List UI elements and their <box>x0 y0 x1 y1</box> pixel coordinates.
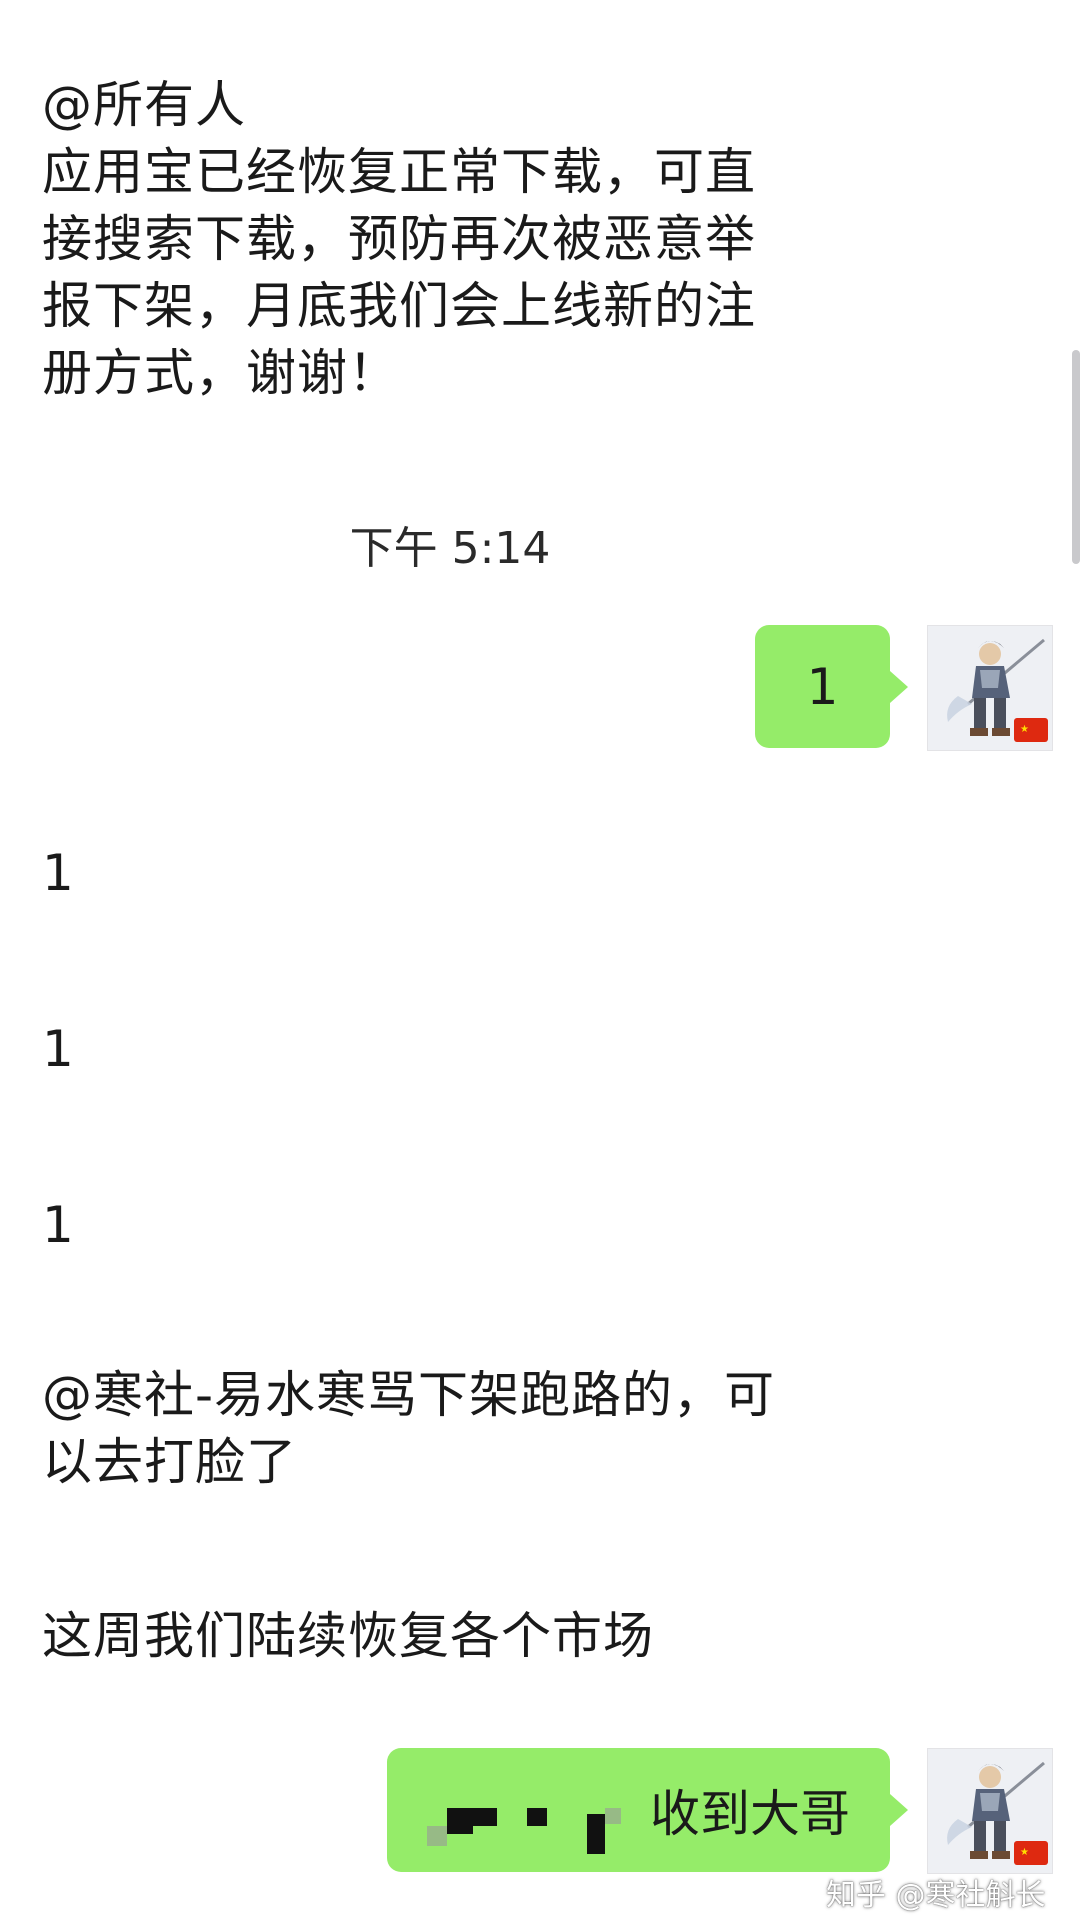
svg-text:★: ★ <box>1020 1847 1029 1858</box>
scrollbar[interactable] <box>1072 350 1080 564</box>
outgoing-message-text: 1 <box>806 657 839 716</box>
market-message[interactable]: 这周我们陆续恢复各个市场 <box>42 1603 654 1670</box>
redacted-block <box>527 1808 547 1826</box>
user-avatar[interactable]: ★ <box>927 625 1053 751</box>
incoming-message[interactable]: 1 <box>42 1016 75 1083</box>
outgoing-message-text: 收到大哥 <box>650 1785 850 1843</box>
svg-text:★: ★ <box>1020 724 1029 735</box>
incoming-message[interactable]: 1 <box>42 1192 75 1259</box>
redacted-block <box>473 1808 497 1826</box>
announcement-message[interactable]: @所有人 应用宝已经恢复正常下载，可直 接搜索下载，预防再次被恶意举 报下架，月… <box>42 72 756 407</box>
user-avatar[interactable]: ★ <box>927 1748 1053 1874</box>
chat-area: @所有人 应用宝已经恢复正常下载，可直 接搜索下载，预防再次被恶意举 报下架，月… <box>0 0 1090 1932</box>
outgoing-message-bubble[interactable]: 1 <box>755 625 908 748</box>
incoming-message[interactable]: 1 <box>42 840 75 907</box>
mention-message[interactable]: @寒社-易水寒骂下架跑路的，可 以去打脸了 <box>42 1362 775 1496</box>
china-flag-icon: ★ <box>1014 718 1048 742</box>
redacted-block <box>427 1826 447 1846</box>
watermark: 知乎 @寒社斛长 <box>826 1878 1046 1913</box>
warrior-avatar-icon: ★ <box>928 626 1052 750</box>
redacted-block <box>605 1808 621 1824</box>
redacted-block <box>587 1814 605 1854</box>
china-flag-icon: ★ <box>1014 1841 1048 1865</box>
message-timestamp: 下午 5:14 <box>349 523 551 574</box>
redacted-block <box>447 1808 473 1834</box>
outgoing-message-bubble[interactable]: 收到大哥 <box>387 1748 908 1872</box>
warrior-avatar-icon: ★ <box>928 1749 1052 1873</box>
